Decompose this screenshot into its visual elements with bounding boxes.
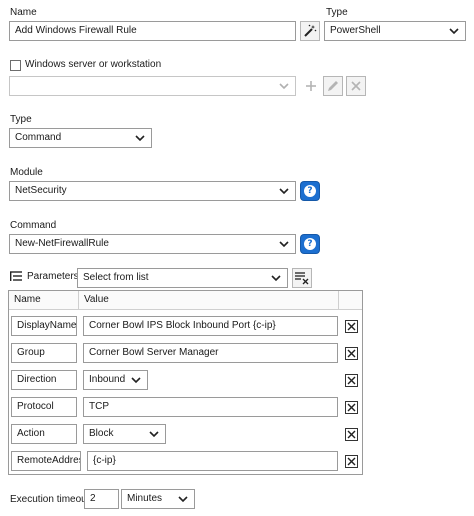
module-select[interactable]: NetSecurity — [9, 181, 296, 201]
close-icon — [347, 403, 356, 412]
parameters-select[interactable]: Select from list — [77, 268, 288, 288]
remove-row-button[interactable] — [345, 401, 358, 414]
table-header: Name Value — [9, 291, 362, 310]
param-value: Inbound — [89, 374, 126, 385]
timeout-unit-select[interactable]: Minutes — [121, 489, 195, 509]
magic-wand-icon — [304, 24, 317, 37]
script-type-value: PowerShell — [330, 25, 381, 36]
parameters-select-value: Select from list — [83, 272, 149, 283]
command-type-select[interactable]: Command — [9, 128, 152, 148]
plus-icon — [306, 81, 316, 91]
magic-wand-button[interactable] — [300, 21, 320, 41]
param-name-field[interactable]: RemoteAddress — [11, 451, 81, 471]
chevron-down-icon — [279, 241, 289, 248]
param-value-field[interactable]: TCP — [83, 397, 338, 417]
timeout-input[interactable]: 2 — [84, 489, 119, 509]
parameters-table: Name Value DisplayName Corner Bowl IPS B… — [8, 290, 363, 475]
help-icon: ? — [304, 238, 316, 250]
type-top-label: Type — [326, 7, 348, 18]
remove-row-button[interactable] — [345, 428, 358, 441]
column-header-value: Value — [79, 291, 339, 309]
command-type-label: Type — [10, 114, 32, 125]
clear-list-icon — [295, 272, 309, 285]
timeout-label: Execution timeout — [10, 494, 90, 505]
command-type-value: Command — [15, 132, 62, 143]
command-label: Command — [10, 220, 57, 231]
module-help-button[interactable]: ? — [301, 182, 319, 200]
remove-row-button[interactable] — [345, 320, 358, 333]
edit-server-button[interactable] — [323, 76, 343, 96]
name-input[interactable]: Add Windows Firewall Rule — [9, 21, 296, 41]
command-select[interactable]: New-NetFirewallRule — [9, 234, 296, 254]
chevron-down-icon — [135, 135, 145, 142]
name-label: Name — [10, 7, 37, 18]
script-type-select[interactable]: PowerShell — [324, 21, 466, 41]
remove-row-button[interactable] — [345, 455, 358, 468]
chevron-down-icon — [149, 431, 159, 438]
chevron-down-icon — [279, 188, 289, 195]
close-icon — [347, 322, 356, 331]
param-value-field[interactable]: {c-ip} — [87, 451, 338, 471]
close-icon — [347, 349, 356, 358]
chevron-down-icon — [178, 496, 188, 503]
column-header-name: Name — [9, 291, 79, 309]
server-checkbox[interactable] — [10, 60, 21, 71]
param-name-field[interactable]: Protocol — [11, 397, 77, 417]
list-icon — [10, 271, 22, 281]
server-checkbox-label: Windows server or workstation — [25, 59, 162, 70]
param-value-field[interactable]: Corner Bowl Server Manager — [83, 343, 338, 363]
param-value-select[interactable]: Inbound — [83, 370, 148, 390]
param-name-field[interactable]: Direction — [11, 370, 77, 390]
param-value: Block — [89, 428, 114, 439]
command-value: New-NetFirewallRule — [15, 238, 109, 249]
chevron-down-icon — [279, 83, 289, 90]
module-value: NetSecurity — [15, 185, 67, 196]
close-icon — [347, 457, 356, 466]
parameters-label: Parameters — [27, 271, 79, 282]
close-icon — [351, 81, 361, 91]
param-name-field[interactable]: Group — [11, 343, 77, 363]
pencil-icon — [328, 81, 338, 91]
param-value-select[interactable]: Block — [83, 424, 166, 444]
param-name-field[interactable]: DisplayName — [11, 316, 77, 336]
clear-parameters-button[interactable] — [292, 268, 312, 288]
command-help-button[interactable]: ? — [301, 235, 319, 253]
param-value-field[interactable]: Corner Bowl IPS Block Inbound Port {c-ip… — [83, 316, 338, 336]
chevron-down-icon — [271, 275, 281, 282]
remove-row-button[interactable] — [345, 347, 358, 360]
close-icon — [347, 376, 356, 385]
close-icon — [347, 430, 356, 439]
module-label: Module — [10, 167, 43, 178]
help-icon: ? — [304, 185, 316, 197]
remove-server-button[interactable] — [346, 76, 366, 96]
chevron-down-icon — [131, 377, 141, 384]
add-server-button[interactable] — [301, 76, 321, 96]
chevron-down-icon — [449, 28, 459, 35]
remove-row-button[interactable] — [345, 374, 358, 387]
column-header-actions — [339, 291, 362, 309]
param-name-field[interactable]: Action — [11, 424, 77, 444]
server-select[interactable] — [9, 76, 296, 96]
timeout-unit-value: Minutes — [127, 493, 163, 504]
